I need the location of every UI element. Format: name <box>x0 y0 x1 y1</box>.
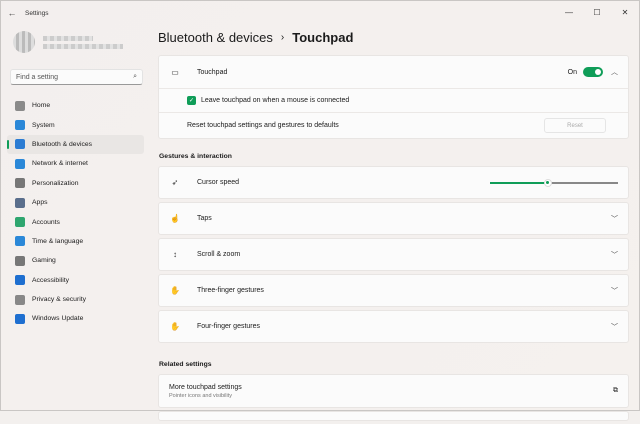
gesture-icon: ↕ <box>173 250 177 259</box>
gesture-label: Scroll & zoom <box>197 251 241 258</box>
search-icon: ⌕ <box>133 73 137 80</box>
sidebar-item-gaming[interactable]: Gaming <box>7 251 144 270</box>
sidebar-item-apps[interactable]: Apps <box>7 193 144 212</box>
gesture-expander[interactable]: ✋ Four-finger gestures ﹀ <box>158 310 629 343</box>
breadcrumb-parent[interactable]: Bluetooth & devices <box>158 30 273 45</box>
sidebar-item-bluetooth-devices[interactable]: Bluetooth & devices <box>7 134 144 155</box>
chevron-down-icon[interactable]: ﹀ <box>611 214 618 224</box>
search-placeholder: Find a setting <box>16 73 59 81</box>
sidebar-item-label: Bluetooth & devices <box>32 140 93 148</box>
title-bar: ← Settings — ☐ ✕ <box>1 1 639 25</box>
chevron-up-icon[interactable]: ︿ <box>611 67 618 77</box>
touchpad-label: Touchpad <box>197 68 228 76</box>
sidebar-item-label: Network & internet <box>32 160 88 168</box>
chevron-down-icon[interactable]: ﹀ <box>611 286 618 296</box>
user-name-blurred <box>43 33 123 52</box>
nav-icon <box>15 236 25 247</box>
touchpad-card: ▭ Touchpad On ︿ ✓ Leave touchpad on when… <box>158 55 629 139</box>
maximize-button[interactable]: ☐ <box>583 1 611 23</box>
sidebar-item-privacy-security[interactable]: Privacy & security <box>7 290 144 309</box>
reset-label: Reset touchpad settings and gestures to … <box>187 122 339 129</box>
breadcrumb: Bluetooth & devices › Touchpad <box>158 25 629 49</box>
breadcrumb-separator: › <box>280 31 285 43</box>
more-touchpad-settings[interactable]: More touchpad settings Pointer icons and… <box>158 374 629 408</box>
sidebar-item-label: Apps <box>32 199 48 207</box>
nav-icon <box>15 197 25 208</box>
sidebar-item-label: Home <box>32 102 51 110</box>
nav-icon <box>15 217 25 228</box>
cursor-icon: ➶ <box>171 178 179 187</box>
touchpad-icon: ▭ <box>171 67 179 77</box>
sidebar-item-label: Personalization <box>32 179 79 187</box>
nav-icon <box>15 313 25 324</box>
gestures-heading: Gestures & interaction <box>159 153 232 160</box>
cursor-speed-card: ➶ Cursor speed <box>158 166 629 199</box>
nav-icon <box>15 158 25 169</box>
sidebar-item-personalization[interactable]: Personalization <box>7 174 144 193</box>
gesture-expander[interactable]: ✋ Three-finger gestures ﹀ <box>158 274 629 307</box>
next-card <box>158 411 629 421</box>
sidebar-item-label: Time & language <box>32 237 84 245</box>
user-profile[interactable] <box>13 31 123 53</box>
more-touchpad-subtitle: Pointer icons and visibility <box>169 392 232 399</box>
page-title: Touchpad <box>292 29 354 45</box>
gesture-icon: ☝ <box>170 214 180 223</box>
gesture-label: Three-finger gestures <box>197 287 264 294</box>
sidebar-item-home[interactable]: Home <box>7 96 144 115</box>
gesture-expander[interactable]: ☝ Taps ﹀ <box>158 202 629 235</box>
gesture-expander[interactable]: ↕ Scroll & zoom ﹀ <box>158 238 629 271</box>
related-heading: Related settings <box>159 361 212 368</box>
close-button[interactable]: ✕ <box>611 1 639 23</box>
sidebar-item-label: Gaming <box>32 257 56 265</box>
sidebar-item-label: Accessibility <box>32 276 70 284</box>
sidebar-item-system[interactable]: System <box>7 115 144 134</box>
sidebar-nav: Home System Bluetooth & devices Network & i… <box>7 96 144 329</box>
leave-on-label: Leave touchpad on when a mouse is connec… <box>201 97 350 104</box>
more-touchpad-title: More touchpad settings <box>169 383 242 391</box>
touchpad-header[interactable]: ▭ Touchpad On ︿ <box>159 56 628 88</box>
reset-button[interactable]: Reset <box>544 118 606 133</box>
gesture-icon: ✋ <box>170 286 180 295</box>
sidebar-item-accessibility[interactable]: Accessibility <box>7 271 144 290</box>
gesture-icon: ✋ <box>170 322 180 331</box>
leave-on-row: ✓ Leave touchpad on when a mouse is conn… <box>159 88 628 112</box>
sidebar-item-label: Accounts <box>32 218 60 226</box>
nav-icon <box>15 255 25 266</box>
nav-icon <box>15 100 25 111</box>
chevron-down-icon[interactable]: ﹀ <box>611 250 618 260</box>
gesture-label: Taps <box>197 215 212 222</box>
search-input[interactable]: Find a setting ⌕ <box>10 69 143 85</box>
avatar <box>13 31 35 53</box>
nav-icon <box>15 294 25 305</box>
reset-row: Reset touchpad settings and gestures to … <box>159 112 628 138</box>
gesture-label: Four-finger gestures <box>197 323 261 330</box>
settings-window: ← Settings — ☐ ✕ Find a setting ⌕ Home Sy… <box>0 0 640 421</box>
touchpad-toggle[interactable] <box>583 67 603 77</box>
nav-icon <box>15 178 25 189</box>
sidebar-item-network-internet[interactable]: Network & internet <box>7 154 144 173</box>
toggle-state: On <box>567 68 577 76</box>
sidebar-item-windows-update[interactable]: Windows Update <box>7 309 144 328</box>
leave-on-checkbox[interactable]: ✓ <box>187 96 196 105</box>
back-button[interactable]: ← <box>1 8 23 18</box>
app-title: Settings <box>25 9 49 17</box>
slider-thumb[interactable] <box>543 178 552 187</box>
sidebar-item-label: Windows Update <box>32 315 84 323</box>
cursor-speed-slider[interactable] <box>490 178 618 188</box>
sidebar-item-accounts[interactable]: Accounts <box>7 212 144 231</box>
sidebar-item-label: System <box>32 121 55 129</box>
sidebar-item-time-language[interactable]: Time & language <box>7 232 144 251</box>
external-link-icon: ⧉ <box>613 387 618 394</box>
nav-icon <box>15 139 25 150</box>
sidebar-item-label: Privacy & security <box>32 296 87 304</box>
minimize-button[interactable]: — <box>555 1 583 23</box>
nav-icon <box>15 275 25 286</box>
cursor-speed-label: Cursor speed <box>197 179 240 186</box>
chevron-down-icon[interactable]: ﹀ <box>611 322 618 332</box>
nav-icon <box>15 120 25 131</box>
